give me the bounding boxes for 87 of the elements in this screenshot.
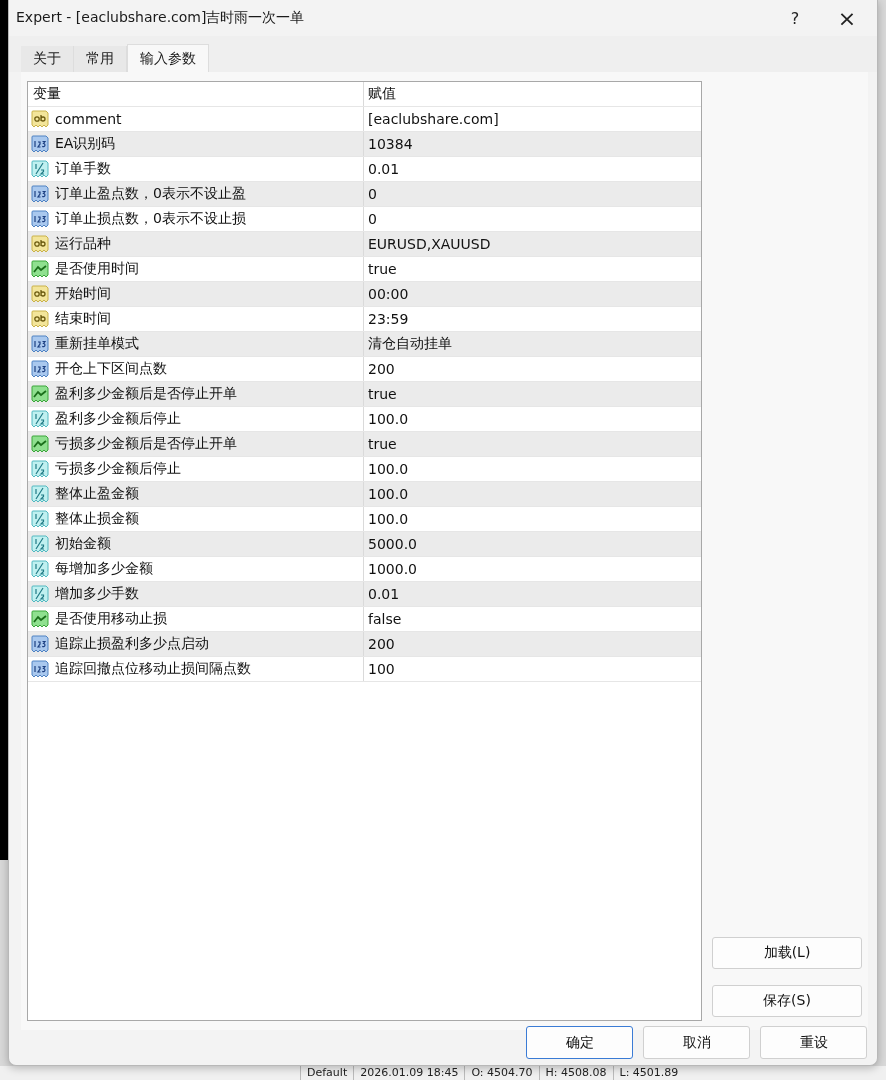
parameter-value[interactable]: 200 [364, 636, 395, 652]
int-type-icon [31, 360, 49, 378]
double-type-icon [31, 585, 49, 603]
bool-type-icon [31, 610, 49, 628]
tab[interactable]: 输入参数 [127, 44, 209, 72]
parameter-name: 整体止损金额 [55, 510, 139, 528]
parameter-value[interactable]: 0.01 [364, 586, 400, 602]
string-type-icon [31, 110, 49, 128]
parameter-name: 订单止损点数，0表示不设止损 [55, 210, 246, 228]
double-type-icon [31, 160, 49, 178]
int-type-icon [31, 210, 49, 228]
double-type-icon [31, 560, 49, 578]
parameter-name: 亏损多少金额后停止 [55, 460, 181, 478]
parameter-name: 运行品种 [55, 235, 111, 253]
parameter-value[interactable]: 100.0 [364, 411, 409, 427]
parameter-name: 订单手数 [55, 160, 111, 178]
parameter-name: 整体止盈金额 [55, 485, 139, 503]
int-type-icon [31, 660, 49, 678]
parameter-value[interactable]: true [364, 436, 397, 452]
close-button[interactable]: × [821, 0, 873, 36]
double-type-icon [31, 485, 49, 503]
dialog-button[interactable]: 取消 [643, 1026, 750, 1059]
parameter-name: 开始时间 [55, 285, 111, 303]
parameter-name: 亏损多少金额后是否停止开单 [55, 435, 237, 453]
parameter-value[interactable]: 5000.0 [364, 536, 417, 552]
column-header: 变量 [28, 82, 364, 106]
int-type-icon [31, 335, 49, 353]
double-type-icon [31, 410, 49, 428]
parameter-name: 增加多少手数 [55, 585, 139, 603]
int-type-icon [31, 635, 49, 653]
double-type-icon [31, 535, 49, 553]
parameter-name: 初始金额 [55, 535, 111, 553]
parameter-name: 结束时间 [55, 310, 111, 328]
help-button[interactable]: ? [769, 0, 821, 36]
parameter-name: comment [55, 111, 122, 127]
parameter-name: EA识别码 [55, 135, 116, 153]
dialog-button[interactable]: 确定 [526, 1026, 633, 1059]
parameter-name: 追踪止损盈利多少点启动 [55, 635, 209, 653]
parameter-name: 每增加多少金额 [55, 560, 153, 578]
parameter-name: 盈利多少金额后是否停止开单 [55, 385, 237, 403]
parameter-value[interactable]: 10384 [364, 136, 413, 152]
parameter-value[interactable]: 0 [364, 186, 377, 202]
double-type-icon [31, 460, 49, 478]
parameter-value[interactable]: 23:59 [364, 311, 409, 327]
int-type-icon [31, 185, 49, 203]
parameter-name: 是否使用时间 [55, 260, 139, 278]
string-type-icon [31, 235, 49, 253]
parameter-value[interactable]: 0.01 [364, 161, 400, 177]
parameter-value[interactable]: 0 [364, 211, 377, 227]
parameter-value[interactable]: 00:00 [364, 286, 409, 302]
status-item: Default [300, 1066, 354, 1080]
column-header: 赋值 [367, 84, 396, 103]
parameter-name: 追踪回撤点位移动止损间隔点数 [55, 660, 251, 678]
tab[interactable]: 常用 [74, 46, 127, 72]
status-item: O: 4504.70 [464, 1066, 539, 1080]
status-item: 2026.01.09 18:45 [353, 1066, 465, 1080]
parameter-name: 开仓上下区间点数 [55, 360, 167, 378]
parameter-name: 是否使用移动止损 [55, 610, 167, 628]
parameter-value[interactable]: 100.0 [364, 486, 409, 502]
bool-type-icon [31, 435, 49, 453]
parameter-value[interactable]: 清仓自动挂单 [364, 335, 452, 353]
parameter-name: 盈利多少金额后停止 [55, 410, 181, 428]
side-button[interactable]: 加载(L) [712, 937, 862, 969]
tab[interactable]: 关于 [21, 46, 74, 72]
double-type-icon [31, 510, 49, 528]
status-item: L: 4501.89 [612, 1066, 685, 1080]
parameter-value[interactable]: false [364, 611, 402, 627]
parameter-value[interactable]: EURUSD,XAUUSD [364, 236, 491, 252]
window-title: Expert - [eaclubshare.com]吉时雨一次一单 [16, 9, 306, 27]
bool-type-icon [31, 385, 49, 403]
parameter-name: 订单止盈点数，0表示不设止盈 [55, 185, 246, 203]
parameter-value[interactable]: 1000.0 [364, 561, 417, 577]
parameter-value[interactable]: 100 [364, 661, 395, 677]
parameter-value[interactable]: true [364, 261, 397, 277]
parameter-value[interactable]: 100.0 [364, 461, 409, 477]
parameter-value[interactable]: 200 [364, 361, 395, 377]
status-item: H: 4508.08 [538, 1066, 613, 1080]
side-button[interactable]: 保存(S) [712, 985, 862, 1017]
parameter-name: 重新挂单模式 [55, 335, 139, 353]
parameter-value[interactable]: 100.0 [364, 511, 409, 527]
parameter-value[interactable]: true [364, 386, 397, 402]
parameter-value[interactable]: [eaclubshare.com] [364, 111, 499, 127]
int-type-icon [31, 135, 49, 153]
bool-type-icon [31, 260, 49, 278]
dialog-button[interactable]: 重设 [760, 1026, 867, 1059]
string-type-icon [31, 285, 49, 303]
string-type-icon [31, 310, 49, 328]
